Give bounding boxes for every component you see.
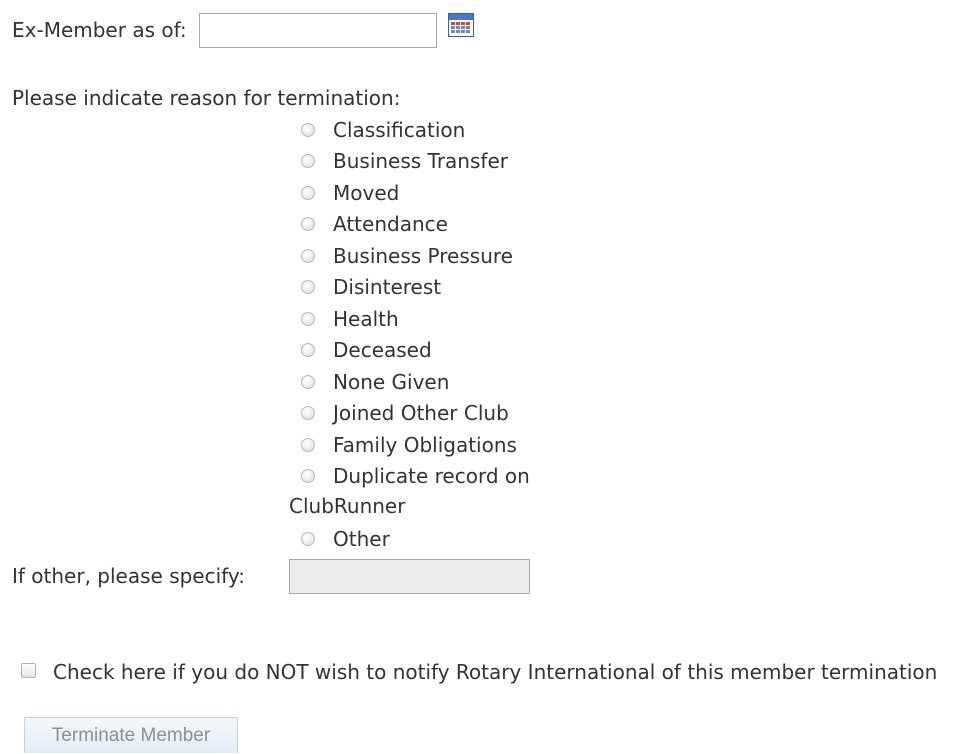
reason-option-label: Classification: [333, 117, 466, 142]
calendar-icon[interactable]: [448, 13, 474, 37]
other-specify-label: If other, please specify:: [12, 564, 245, 588]
ex-member-date-input[interactable]: [199, 13, 437, 48]
reason-radio[interactable]: [301, 248, 315, 263]
reason-radio[interactable]: [301, 217, 315, 231]
reason-option-label: Moved: [333, 180, 400, 205]
reason-option-label-continuation: ClubRunner: [289, 494, 406, 518]
reason-radio[interactable]: [301, 469, 315, 483]
reason-option-label: Health: [333, 306, 399, 331]
reason-option-label: Business Transfer: [333, 149, 508, 173]
reason-option-label: Deceased: [333, 338, 432, 362]
reason-option-label: None Given: [333, 369, 450, 394]
reason-radio[interactable]: [301, 311, 315, 326]
reason-option-label: Business Pressure: [333, 243, 513, 268]
other-specify-input[interactable]: [289, 559, 530, 594]
reason-option-label: Disinterest: [333, 275, 442, 299]
reason-option-label: Joined Other Club: [333, 401, 509, 425]
reason-radio[interactable]: [301, 280, 315, 294]
notify-ri-label: Check here if you do NOT wish to notify …: [53, 660, 938, 684]
reason-radio[interactable]: [301, 406, 315, 420]
notify-ri-checkbox[interactable]: [21, 663, 36, 678]
reason-radio[interactable]: [301, 154, 315, 168]
reason-option-label: Other: [333, 527, 390, 551]
terminate-member-button[interactable]: Terminate Member: [24, 717, 238, 753]
ex-member-label: Ex-Member as of:: [12, 18, 187, 42]
reason-radio[interactable]: [301, 437, 315, 452]
reason-radio[interactable]: [301, 374, 315, 389]
reason-option-label: Duplicate record on: [333, 464, 530, 488]
reason-option-label: Family Obligations: [333, 432, 517, 457]
reason-radio[interactable]: [301, 532, 315, 546]
reason-radio[interactable]: [301, 122, 315, 137]
reason-option-label: Attendance: [333, 212, 448, 236]
termination-reason-prompt: Please indicate reason for termination:: [12, 86, 401, 110]
reason-radio[interactable]: [301, 343, 315, 357]
reason-radio[interactable]: [301, 185, 315, 200]
